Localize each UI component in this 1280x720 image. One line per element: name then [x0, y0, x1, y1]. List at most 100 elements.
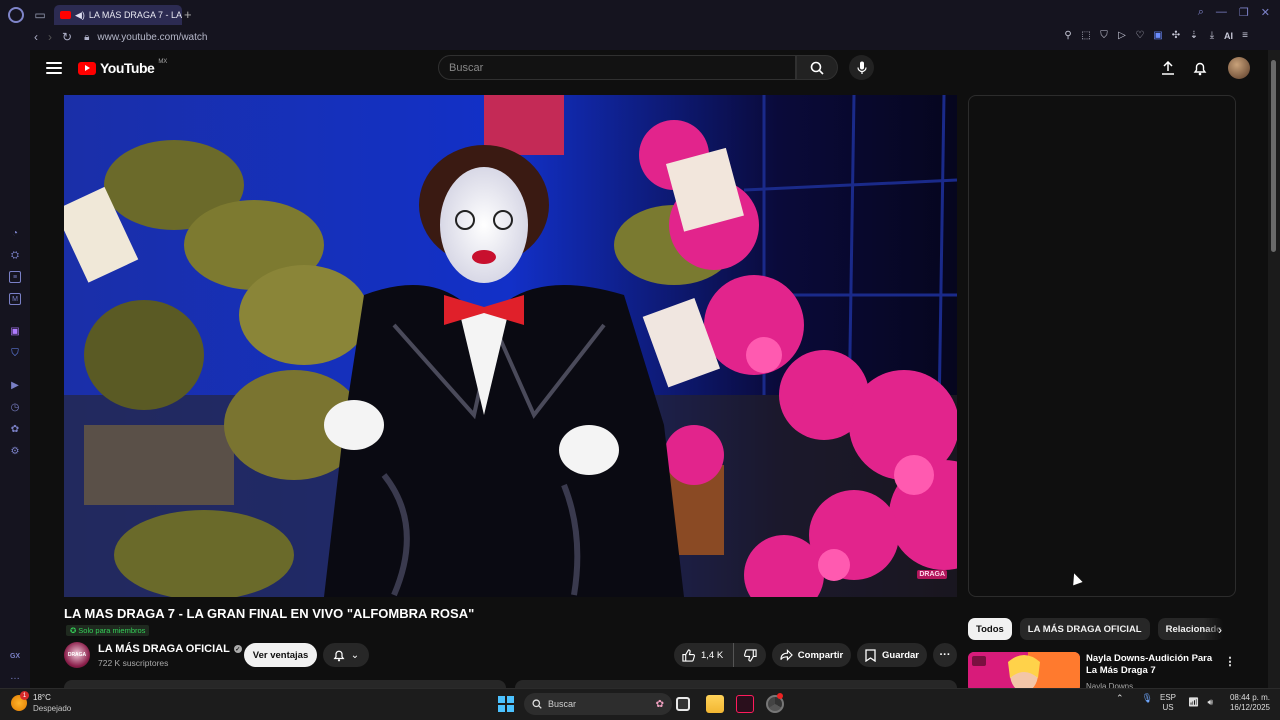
- filter-chips: Todos LA MÁS DRAGA OFICIAL Relacionado: [968, 618, 1224, 640]
- download-alt-icon[interactable]: ⤓: [1206, 30, 1218, 41]
- browser-tab[interactable]: ◀) LA MÁS DRAGA 7 - LA: [54, 5, 182, 25]
- sidebar-twitch-icon[interactable]: ▣: [9, 325, 21, 337]
- notification-settings-button[interactable]: ⌄: [323, 643, 369, 667]
- heart-icon[interactable]: ♡: [1134, 30, 1146, 41]
- forward-icon[interactable]: ›: [48, 30, 52, 44]
- members-badge-label: Solo para miembros: [78, 626, 146, 635]
- sidebar-extensions-icon[interactable]: ✿: [9, 423, 21, 435]
- youtube-wordmark: YouTube: [100, 60, 155, 76]
- microphone-icon: [856, 61, 867, 74]
- youtube-logo[interactable]: YouTube MX: [78, 59, 168, 76]
- tab-manager-icon[interactable]: ▭: [32, 7, 48, 23]
- browser-sidebar: ◔ ⛭ ≡ M ▣ ⛉ ▶ ◷ ✿ ⚙ GX …: [0, 50, 30, 688]
- channel-name-link[interactable]: LA MÁS DRAGA OFICIAL ✓: [98, 643, 242, 655]
- search-tabs-icon[interactable]: ⌕: [1198, 6, 1204, 19]
- scrollbar-thumb[interactable]: [1271, 60, 1276, 252]
- sidebar-gx-icon[interactable]: GX: [9, 650, 21, 662]
- recommended-title[interactable]: Nayla Downs-Audición Para La Más Draga 7: [1086, 653, 1218, 677]
- channel-avatar[interactable]: DRAGA: [64, 642, 90, 668]
- puzzle-icon[interactable]: ✣: [1170, 30, 1182, 41]
- url-field[interactable]: www.youtube.com/watch: [97, 32, 207, 43]
- sidebar-more-icon[interactable]: …: [9, 670, 21, 682]
- extension-icon[interactable]: ▣: [1152, 30, 1164, 41]
- sidebar-crypto-icon[interactable]: ≡: [9, 271, 21, 283]
- back-icon[interactable]: ‹: [34, 30, 38, 44]
- wifi-icon[interactable]: 📶︎: [1188, 697, 1199, 708]
- channel-avatar-logo: DRAGA: [67, 652, 87, 658]
- recommended-thumbnail[interactable]: [968, 652, 1080, 692]
- temperature[interactable]: 18°C: [33, 693, 51, 702]
- menu-icon[interactable]: ≡: [1239, 30, 1251, 41]
- upload-icon: [1162, 61, 1174, 75]
- maximize-icon[interactable]: ❐: [1239, 6, 1249, 19]
- members-only-badge: ✪ Solo para miembros: [66, 625, 150, 636]
- chip-all[interactable]: Todos: [968, 618, 1012, 640]
- play-icon[interactable]: ▷: [1116, 30, 1128, 41]
- chevron-right-icon[interactable]: ›: [1210, 620, 1230, 640]
- sidebar-history-icon[interactable]: ◷: [9, 401, 21, 413]
- save-label: Guardar: [882, 649, 919, 661]
- share-button[interactable]: Compartir: [772, 643, 851, 667]
- sidebar-aria-icon[interactable]: ◔: [9, 227, 21, 239]
- chip-channel[interactable]: LA MÁS DRAGA OFICIAL: [1019, 618, 1150, 640]
- shield-icon[interactable]: ⛉: [1098, 30, 1110, 41]
- minimize-icon[interactable]: —: [1216, 6, 1227, 19]
- weather-condition[interactable]: Despejado: [33, 704, 71, 713]
- user-avatar[interactable]: [1228, 57, 1250, 79]
- close-icon[interactable]: ✕: [1261, 6, 1270, 19]
- search-input[interactable]: [449, 61, 785, 74]
- hamburger-menu-icon[interactable]: [46, 60, 62, 76]
- more-vertical-icon[interactable]: ⋮: [1224, 654, 1236, 668]
- keyboard-layout: US: [1162, 703, 1174, 712]
- bell-icon: [1193, 62, 1207, 75]
- extensions-bar: ⚲ ⬚ ⛉ ▷ ♡ ▣ ✣ ⇣ ⤓ AI ≡: [1062, 30, 1251, 41]
- clock[interactable]: 08:44 p. m. 16/12/2025: [1224, 693, 1270, 713]
- sidebar-messenger-icon[interactable]: M: [9, 293, 21, 305]
- view-perks-button[interactable]: Ver ventajas: [244, 643, 317, 667]
- speaker-icon[interactable]: ◀): [75, 10, 85, 21]
- system-tray-icons: 📶︎ 🔊︎: [1188, 697, 1213, 708]
- notification-dot: [777, 693, 783, 699]
- youtube-play-icon: [78, 61, 96, 75]
- more-actions-button[interactable]: ···: [933, 643, 957, 667]
- share-label: Compartir: [797, 649, 844, 661]
- like-button[interactable]: 1,4 K: [674, 643, 734, 667]
- snapshot-icon[interactable]: ⬚: [1080, 30, 1092, 41]
- like-dislike-group: 1,4 K: [674, 643, 766, 667]
- download-icon[interactable]: ⇣: [1188, 30, 1200, 41]
- windows-start-icon[interactable]: [498, 696, 514, 712]
- opera-logo-icon[interactable]: [8, 7, 24, 23]
- channel-name: LA MÁS DRAGA OFICIAL: [98, 643, 230, 655]
- window-controls: ⌕ — ❐ ✕: [1198, 6, 1270, 19]
- sidebar-shield-icon[interactable]: ⛉: [9, 347, 21, 359]
- taskbar-search[interactable]: Buscar ✿: [524, 693, 672, 715]
- voice-search-button[interactable]: [849, 55, 874, 80]
- thumbs-up-icon: [682, 648, 695, 662]
- lock-icon[interactable]: 🔒︎: [84, 32, 89, 43]
- sidebar-settings-icon[interactable]: ⚙: [9, 445, 21, 457]
- ai-button[interactable]: AI: [1224, 31, 1233, 41]
- opera-gx-taskbar-icon[interactable]: [736, 695, 754, 713]
- chevron-up-icon[interactable]: ⌃: [1116, 693, 1124, 704]
- thumbs-down-icon: [743, 648, 757, 662]
- sidebar-robot-icon[interactable]: ⛭: [9, 249, 21, 261]
- volume-icon[interactable]: 🔊︎: [1207, 697, 1213, 708]
- dislike-button[interactable]: [734, 643, 766, 667]
- microphone-icon[interactable]: 🎙︎: [1142, 693, 1153, 704]
- search-button[interactable]: [796, 55, 838, 80]
- new-tab-button[interactable]: +: [184, 7, 192, 22]
- country-code: MX: [158, 59, 168, 65]
- save-button[interactable]: Guardar: [857, 643, 927, 667]
- system-tray: ⌃ 🎙︎: [1116, 693, 1153, 704]
- language-indicator[interactable]: ESP US: [1160, 693, 1176, 713]
- task-view-icon[interactable]: [676, 697, 690, 711]
- search-icon: [532, 699, 542, 709]
- upload-button[interactable]: [1158, 58, 1178, 78]
- file-explorer-icon[interactable]: [706, 695, 724, 713]
- notifications-button[interactable]: [1190, 58, 1210, 78]
- video-player[interactable]: DRAGA: [64, 95, 957, 597]
- reload-icon[interactable]: ↻: [62, 30, 72, 44]
- pin-icon[interactable]: ⚲: [1062, 30, 1074, 41]
- chevron-down-icon: ⌄: [350, 649, 360, 661]
- sidebar-player-icon[interactable]: ▶: [9, 379, 21, 391]
